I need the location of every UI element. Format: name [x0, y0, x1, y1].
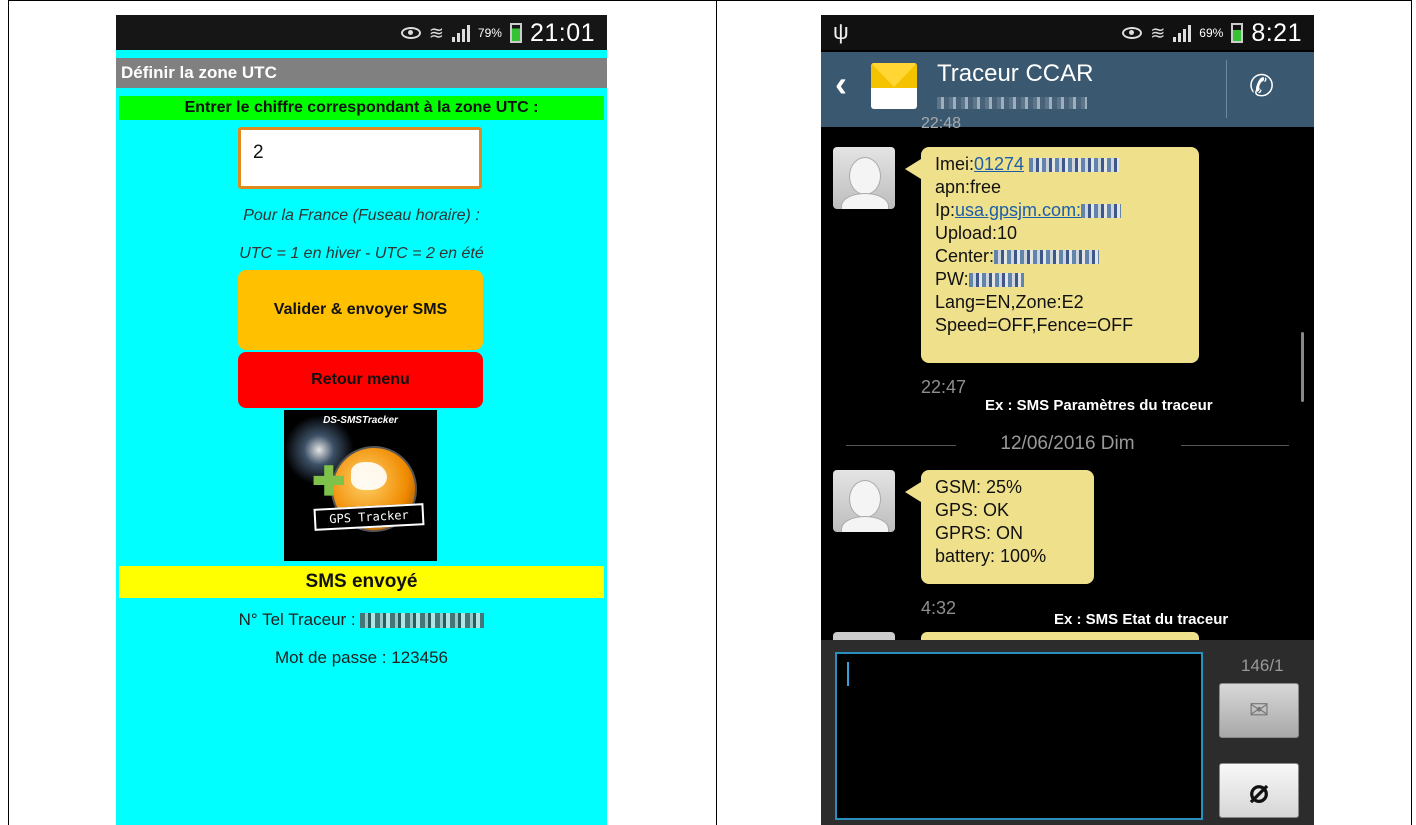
caption-status: Ex : SMS Etat du traceur	[1054, 611, 1229, 628]
figure-divider	[716, 0, 717, 825]
lang-zone-line: Lang=EN,Zone:E2	[935, 292, 1084, 312]
imei-link[interactable]: 01274	[974, 154, 1024, 174]
text-caret	[847, 662, 849, 686]
contact-avatar	[833, 147, 895, 209]
contact-avatar	[833, 470, 895, 532]
message-time: 4:32	[921, 598, 957, 618]
battery-icon	[509, 23, 522, 43]
date-separator: 12/06/2016 Dim	[846, 433, 1289, 457]
password-row: Mot de passe : 123456	[116, 648, 607, 668]
caption-parameters: Ex : SMS Paramètres du traceur	[985, 397, 1213, 414]
contact-name: Traceur CCAR	[937, 60, 1094, 87]
logo-badge: GPS Tracker	[313, 503, 425, 531]
tracker-phone-label: N° Tel Traceur :	[238, 610, 356, 629]
ip-label: Ip:	[935, 200, 956, 220]
redacted-phone-number	[360, 613, 485, 629]
sms-status: SMS envoyé	[119, 566, 604, 598]
redacted-port	[1081, 204, 1122, 219]
wifi-icon: ≋	[428, 23, 444, 43]
send-envelope-icon: ✉	[1248, 697, 1270, 724]
character-counter: 146/1	[1241, 656, 1284, 675]
redacted-imei	[1029, 158, 1120, 173]
upload-line: Upload:10	[935, 223, 1018, 243]
header-divider	[1226, 60, 1227, 118]
message-envelope-icon	[871, 63, 917, 109]
partial-timestamp: 22:48	[921, 115, 962, 132]
message-time: 22:47	[921, 377, 967, 397]
timezone-note-1: Pour la France (Fuseau horaire) :	[243, 207, 480, 224]
logo-title: DS-SMSTracker	[323, 415, 398, 426]
eye-icon	[400, 27, 421, 39]
pw-label: PW:	[935, 269, 969, 289]
battery-percent: 69%	[1199, 26, 1224, 40]
wifi-icon: ≋	[1150, 23, 1166, 43]
ip-link[interactable]: usa.gpsjm.com:	[955, 200, 1081, 220]
sms-bubble-status[interactable]: GSM: 25% GPS: OK GPRS: ON battery: 100%	[905, 470, 1094, 584]
message-composer: 146/1 ✉ ⌀	[821, 640, 1314, 825]
gps-line: GPS: OK	[935, 500, 1010, 520]
charging-battery-icon	[1231, 23, 1244, 43]
satellite-icon: ✚	[312, 460, 346, 504]
validate-send-sms-button[interactable]: Valider & envoyer SMS	[238, 270, 483, 350]
message-input[interactable]	[835, 652, 1203, 820]
imei-label: Imei:	[935, 154, 975, 174]
conversation-header: ‹ Traceur CCAR ✆	[821, 52, 1314, 127]
gprs-line: GPRS: ON	[935, 523, 1024, 543]
password-value: 123456	[391, 648, 448, 667]
battery-line: battery: 100%	[935, 546, 1047, 566]
redacted-password	[968, 273, 1024, 288]
left-phone-screen: ≋ 79% 21:01 Définir la zone UTC Entrer l…	[116, 15, 607, 825]
redacted-contact-number	[937, 97, 1087, 109]
date-separator-text: 12/06/2016 Dim	[1000, 433, 1135, 454]
app-logo: DS-SMSTracker ✚ GPS Tracker	[284, 410, 437, 561]
gsm-line: GSM: 25%	[935, 477, 1023, 497]
phone-call-icon[interactable]: ✆	[1249, 72, 1274, 102]
utc-input[interactable]: 2	[238, 127, 482, 189]
attach-button[interactable]: ⌀	[1219, 763, 1299, 818]
scrollbar[interactable]	[1301, 332, 1304, 402]
speed-fence-line: Speed=OFF,Fence=OFF	[935, 315, 1134, 335]
password-label: Mot de passe :	[275, 648, 387, 667]
center-label: Center:	[935, 246, 995, 266]
clock: 21:01	[529, 18, 595, 47]
right-phone-screen: ψ ≋ 69% 8:21 ‹ Traceur CCAR ✆ 22:48 Imei…	[821, 15, 1314, 825]
eye-icon	[1122, 27, 1143, 39]
timezone-note-2: UTC = 1 en hiver - UTC = 2 en été	[239, 245, 484, 262]
apn-line: apn:free	[935, 177, 1002, 197]
back-chevron-icon[interactable]: ‹	[835, 66, 847, 102]
status-bar: ψ ≋ 69% 8:21	[821, 15, 1314, 50]
tracker-phone-row: N° Tel Traceur :	[116, 610, 607, 630]
paperclip-icon: ⌀	[1249, 772, 1269, 809]
usb-icon: ψ	[833, 19, 849, 44]
message-list: 22:48 Imei:01274 apn:free Ip:usa.gpsjm.c…	[821, 115, 1314, 642]
signal-icon	[451, 24, 470, 42]
page-title: Définir la zone UTC	[116, 58, 607, 88]
status-bar: ≋ 79% 21:01	[116, 15, 607, 50]
signal-icon	[1173, 24, 1192, 42]
return-menu-button[interactable]: Retour menu	[238, 352, 483, 408]
battery-percent: 79%	[477, 26, 502, 40]
clock: 8:21	[1251, 18, 1302, 47]
utc-prompt: Entrer le chiffre correspondant à la zon…	[119, 96, 604, 120]
redacted-center	[994, 250, 1100, 265]
send-button[interactable]: ✉	[1219, 683, 1299, 738]
sms-bubble-parameters[interactable]: Imei:01274 apn:free Ip:usa.gpsjm.com: Up…	[905, 147, 1199, 363]
